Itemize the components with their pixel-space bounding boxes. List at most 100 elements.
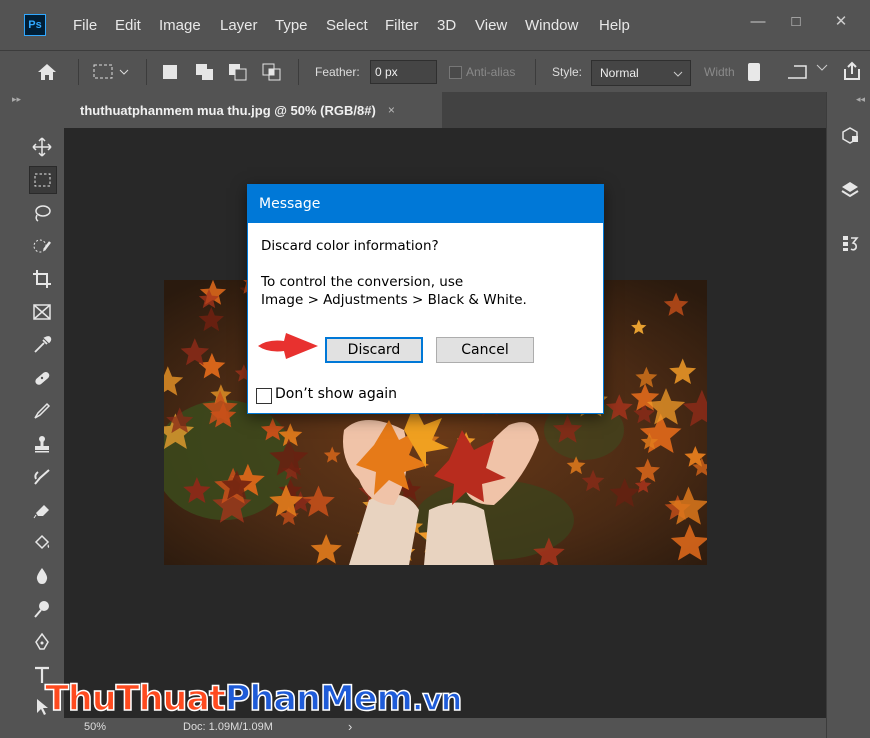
discard-button[interactable]: Discard <box>325 337 423 363</box>
options-bar: Feather: 0 px Anti-alias Style: Normal W… <box>0 50 870 93</box>
3d-cube-icon <box>842 127 858 144</box>
dont-show-again-label[interactable]: Don’t show again <box>275 386 397 402</box>
style-select[interactable]: Normal <box>591 60 691 86</box>
chevron-down-icon[interactable] <box>816 63 828 73</box>
antialias-checkbox[interactable] <box>449 66 462 79</box>
menu-image[interactable]: Image <box>159 17 201 34</box>
new-selection-button[interactable] <box>162 64 178 83</box>
intersect-selection-icon <box>262 63 281 81</box>
stamp-icon <box>35 436 49 453</box>
layers-panel-button[interactable] <box>839 178 861 200</box>
history-icon <box>843 236 859 251</box>
expand-panels-icon[interactable]: ◂◂ <box>856 94 865 105</box>
dialog-line-2: Image > Adjustments > Black & White. <box>261 292 527 308</box>
menu-3d[interactable]: 3D <box>437 17 456 34</box>
menu-file[interactable]: File <box>73 17 97 34</box>
quick-selection-icon <box>33 239 51 253</box>
menu-select[interactable]: Select <box>326 17 368 34</box>
dialog-title: Message <box>259 196 321 212</box>
home-button[interactable] <box>36 62 58 85</box>
document-tab-title: thuthuatphanmem mua thu.jpg @ 50% (RGB/8… <box>80 102 376 118</box>
menu-layer[interactable]: Layer <box>220 17 258 34</box>
photoshop-logo[interactable]: Ps <box>24 14 46 36</box>
close-window-button[interactable]: ✕ <box>818 8 864 34</box>
bandage-icon <box>35 371 50 385</box>
menu-edit[interactable]: Edit <box>115 17 141 34</box>
style-value: Normal <box>600 66 639 80</box>
watermark-part-3: Phan <box>224 678 322 720</box>
pen-icon <box>35 632 49 650</box>
antialias-label: Anti-alias <box>466 65 516 79</box>
minimize-icon: — <box>750 12 766 30</box>
brush-tool[interactable] <box>29 398 55 424</box>
cancel-button[interactable]: Cancel <box>436 337 534 363</box>
add-selection-icon <box>196 64 213 80</box>
history-panel-button[interactable] <box>839 232 861 254</box>
style-label: Style: <box>552 65 583 79</box>
crop-icon <box>33 270 51 288</box>
pen-tool[interactable] <box>29 629 55 655</box>
lasso-icon <box>35 205 51 222</box>
subtract-selection-icon <box>229 64 247 81</box>
rectangular-marquee-tool[interactable] <box>29 166 57 194</box>
menu-bar: Ps File Edit Image Layer Type Select Fil… <box>0 0 870 50</box>
eraser-tool[interactable] <box>29 497 55 523</box>
home-icon <box>38 64 56 80</box>
menu-window[interactable]: Window <box>525 17 578 34</box>
healing-brush-tool[interactable] <box>29 365 55 391</box>
zoom-level[interactable]: 50% <box>84 721 106 733</box>
dialog-line-1: To control the conversion, use <box>261 274 464 290</box>
history-brush-icon <box>34 469 50 485</box>
quick-selection-tool[interactable] <box>29 233 55 259</box>
menu-view[interactable]: View <box>475 17 507 34</box>
doc-size: Doc: 1.09M/1.09M <box>183 721 273 733</box>
intersect-selection-button[interactable] <box>262 63 282 84</box>
dialog-titlebar[interactable]: Message <box>248 185 603 223</box>
status-bar: 50% Doc: 1.09M/1.09M › <box>64 718 826 738</box>
marquee-preset-picker[interactable] <box>92 63 132 84</box>
blur-tool[interactable] <box>29 563 55 589</box>
right-panel-dock: ◂◂ <box>826 92 870 738</box>
clone-stamp-tool[interactable] <box>29 431 55 457</box>
minimize-button[interactable]: — <box>740 8 776 34</box>
close-tab-icon[interactable]: × <box>388 103 395 117</box>
3d-panel-button[interactable] <box>839 125 861 147</box>
feather-input[interactable]: 0 px <box>370 60 437 84</box>
subtract-selection-button[interactable] <box>228 63 248 84</box>
eyedropper-tool[interactable] <box>29 332 55 358</box>
rect-marquee-icon <box>93 64 129 79</box>
eraser-icon <box>33 505 49 519</box>
frame-icon <box>33 304 51 320</box>
paint-bucket-tool[interactable] <box>29 530 55 556</box>
frame-tool[interactable] <box>29 299 55 325</box>
maximize-button[interactable]: □ <box>778 8 814 34</box>
eyedropper-icon <box>34 336 52 353</box>
watermark-part-2: Thuat <box>115 678 227 720</box>
discard-color-dialog: Message Discard color information? To co… <box>247 184 604 414</box>
collapse-panel-icon[interactable]: ▸▸ <box>12 94 21 105</box>
menu-filter[interactable]: Filter <box>385 17 418 34</box>
width-label: Width <box>704 65 735 79</box>
dialog-question: Discard color information? <box>261 238 439 254</box>
crop-tool[interactable] <box>29 266 55 292</box>
menu-type[interactable]: Type <box>275 17 308 34</box>
document-tab[interactable]: thuthuatphanmem mua thu.jpg @ 50% (RGB/8… <box>64 92 442 128</box>
chevron-down-icon <box>673 71 683 77</box>
share-icon[interactable] <box>842 61 862 81</box>
dont-show-again-checkbox[interactable] <box>256 388 272 404</box>
menu-help[interactable]: Help <box>599 17 630 34</box>
watermark-part-1: Thu <box>44 678 117 720</box>
document-tabs: thuthuatphanmem mua thu.jpg @ 50% (RGB/8… <box>64 92 826 128</box>
lasso-tool[interactable] <box>29 200 55 226</box>
drop-icon <box>36 568 48 584</box>
watermark-logo: ThuThuatPhanMem.vn <box>44 678 463 720</box>
select-and-mask-icon[interactable] <box>786 63 808 81</box>
watermark-part-4: Mem <box>319 678 414 720</box>
status-menu-arrow[interactable]: › <box>348 719 352 734</box>
history-brush-tool[interactable] <box>29 464 55 490</box>
add-selection-button[interactable] <box>195 63 215 84</box>
dodge-tool[interactable] <box>29 596 55 622</box>
maximize-icon: □ <box>791 12 801 30</box>
width-input[interactable] <box>748 63 760 81</box>
move-tool[interactable] <box>29 134 55 160</box>
